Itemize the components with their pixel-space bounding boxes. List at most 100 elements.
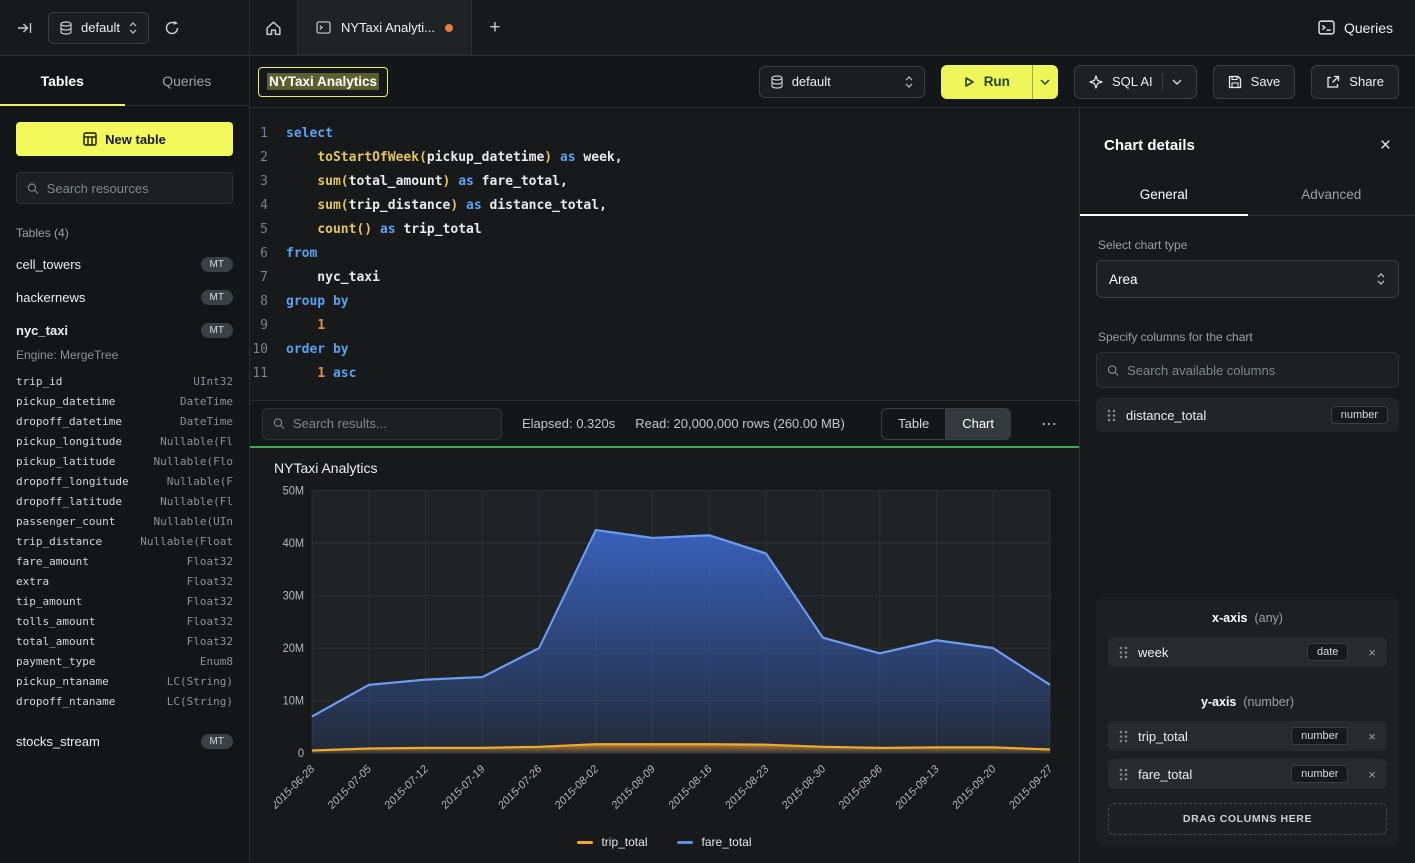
column-row-tolls_amount[interactable]: tolls_amountFloat32 xyxy=(16,611,233,631)
drop-zone[interactable]: DRAG COLUMNS HERE xyxy=(1108,803,1387,835)
queries-button[interactable]: Queries xyxy=(1318,20,1393,36)
column-type: Float32 xyxy=(187,635,233,648)
tab-advanced[interactable]: Advanced xyxy=(1248,175,1415,215)
run-options-button[interactable] xyxy=(1032,65,1058,99)
columns-search-input[interactable] xyxy=(1127,363,1388,378)
chevron-updown-icon xyxy=(904,75,914,89)
code-line[interactable]: 11 1 asc xyxy=(250,362,1079,386)
code-line[interactable]: 2 toStartOfWeek(pickup_datetime) as week… xyxy=(250,146,1079,170)
svg-text:2015-08-16: 2015-08-16 xyxy=(667,763,714,812)
legend-label: fare_total xyxy=(701,835,751,849)
column-name: pickup_ntaname xyxy=(16,675,109,688)
column-row-trip_distance[interactable]: trip_distanceNullable(Float xyxy=(16,531,233,551)
code-token: sum xyxy=(317,170,340,194)
column-row-fare_amount[interactable]: fare_amountFloat32 xyxy=(16,551,233,571)
save-button[interactable]: Save xyxy=(1213,65,1296,99)
table-item-nyc_taxi[interactable]: nyc_taxiMT xyxy=(16,314,233,347)
query-database-selector[interactable]: default xyxy=(759,66,925,98)
column-pill-distance_total[interactable]: distance_totalnumber xyxy=(1096,398,1399,432)
code-token: ( xyxy=(419,146,427,170)
column-row-extra[interactable]: extraFloat32 xyxy=(16,571,233,591)
chart-view-button[interactable]: Chart xyxy=(945,409,1010,439)
close-icon[interactable]: × xyxy=(1380,136,1391,155)
column-row-tip_amount[interactable]: tip_amountFloat32 xyxy=(16,591,233,611)
sidebar-tab-queries[interactable]: Queries xyxy=(125,56,250,105)
code-line[interactable]: 3 sum(total_amount) as fare_total, xyxy=(250,170,1079,194)
code-token xyxy=(372,218,380,242)
share-icon xyxy=(1326,75,1340,89)
code-line[interactable]: 8group by xyxy=(250,290,1079,314)
database-selector[interactable]: default xyxy=(48,12,149,44)
resource-search[interactable] xyxy=(16,172,233,204)
column-row-total_amount[interactable]: total_amountFloat32 xyxy=(16,631,233,651)
code-line[interactable]: 1select xyxy=(250,122,1079,146)
table-item-hackernews[interactable]: hackernewsMT xyxy=(16,281,233,314)
sql-editor[interactable]: 1select2 toStartOfWeek(pickup_datetime) … xyxy=(250,108,1079,400)
code-line[interactable]: 7 nyc_taxi xyxy=(250,266,1079,290)
code-token xyxy=(286,218,317,242)
code-line[interactable]: 6from xyxy=(250,242,1079,266)
column-row-dropoff_longitude[interactable]: dropoff_longitudeNullable(F xyxy=(16,471,233,491)
run-button[interactable]: Run xyxy=(941,65,1032,99)
code-line[interactable]: 5 count() as trip_total xyxy=(250,218,1079,242)
legend-item-fare_total[interactable]: fare_total xyxy=(677,835,751,849)
sidebar-tab-tables[interactable]: Tables xyxy=(0,56,125,105)
code-lines: 1select2 toStartOfWeek(pickup_datetime) … xyxy=(250,122,1079,386)
line-number: 1 xyxy=(250,122,286,146)
column-name: fare_amount xyxy=(16,555,89,568)
column-row-pickup_ntaname[interactable]: pickup_ntaname LC(String) xyxy=(16,671,233,691)
column-row-dropoff_datetime[interactable]: dropoff_datetimeDateTime xyxy=(16,411,233,431)
queries-icon xyxy=(1318,20,1335,35)
remove-column-button[interactable]: × xyxy=(1368,767,1376,782)
column-row-passenger_count[interactable]: passenger_countNullable(UIn xyxy=(16,511,233,531)
code-line[interactable]: 9 1 xyxy=(250,314,1079,338)
code-token: 1 xyxy=(317,314,325,338)
column-row-dropoff_ntaname[interactable]: dropoff_ntanameLC(String) xyxy=(16,691,233,711)
code-line[interactable]: 10order by xyxy=(250,338,1079,362)
column-type-badge: number xyxy=(1331,406,1388,424)
results-search-input[interactable] xyxy=(293,416,491,431)
column-pill-week[interactable]: weekdate× xyxy=(1108,637,1387,667)
code-token: pickup_datetime xyxy=(427,146,544,170)
tab-general[interactable]: General xyxy=(1080,175,1248,215)
svg-text:2015-08-02: 2015-08-02 xyxy=(553,763,600,812)
column-row-pickup_datetime[interactable]: pickup_datetimeDateTime xyxy=(16,391,233,411)
svg-text:2015-07-12: 2015-07-12 xyxy=(383,763,430,812)
query-tab-nytaxi[interactable]: NYTaxi Analyti... xyxy=(298,0,472,55)
columns-search[interactable] xyxy=(1096,352,1399,388)
new-table-button[interactable]: New table xyxy=(16,122,233,156)
home-tab[interactable] xyxy=(250,0,298,55)
play-icon xyxy=(963,76,975,88)
legend-item-trip_total[interactable]: trip_total xyxy=(577,835,647,849)
results-search[interactable] xyxy=(262,408,502,440)
resource-search-input[interactable] xyxy=(47,181,222,196)
refresh-button[interactable] xyxy=(159,15,185,41)
sidebar-toggle-button[interactable] xyxy=(12,15,38,41)
query-title-input[interactable]: NYTaxi Analytics xyxy=(258,67,388,97)
column-row-payment_type[interactable]: payment_typeEnum8 xyxy=(16,651,233,671)
share-button[interactable]: Share xyxy=(1311,65,1399,99)
chart-type-select[interactable]: Area xyxy=(1096,260,1399,298)
sql-ai-button[interactable]: SQL AI xyxy=(1074,65,1197,99)
remove-column-button[interactable]: × xyxy=(1368,645,1376,660)
column-pill-fare_total[interactable]: fare_totalnumber× xyxy=(1108,759,1387,789)
table-item-cell_towers[interactable]: cell_towersMT xyxy=(16,248,233,281)
column-row-trip_id[interactable]: trip_idUInt32 xyxy=(16,371,233,391)
code-line[interactable]: 4 sum(trip_distance) as distance_total, xyxy=(250,194,1079,218)
svg-text:2015-06-28: 2015-06-28 xyxy=(274,763,317,812)
column-name: dropoff_datetime xyxy=(16,415,122,428)
new-tab-button[interactable]: + xyxy=(472,0,518,55)
table-item-stocks_stream[interactable]: stocks_streamMT xyxy=(16,725,233,758)
column-type: Float32 xyxy=(187,615,233,628)
column-row-pickup_latitude[interactable]: pickup_latitudeNullable(Flo xyxy=(16,451,233,471)
more-options-button[interactable]: ⋯ xyxy=(1031,414,1067,434)
column-row-pickup_longitude[interactable]: pickup_longitudeNullable(Fl xyxy=(16,431,233,451)
chart-details-body: Select chart type Area Specify columns f… xyxy=(1080,216,1415,863)
column-name: dropoff_ntaname xyxy=(16,695,115,708)
database-icon xyxy=(59,21,73,35)
remove-column-button[interactable]: × xyxy=(1368,729,1376,744)
column-pill-trip_total[interactable]: trip_totalnumber× xyxy=(1108,721,1387,751)
column-row-dropoff_latitude[interactable]: dropoff_latitudeNullable(Fl xyxy=(16,491,233,511)
table-view-button[interactable]: Table xyxy=(882,409,945,439)
column-type: LC(String) xyxy=(167,675,233,688)
